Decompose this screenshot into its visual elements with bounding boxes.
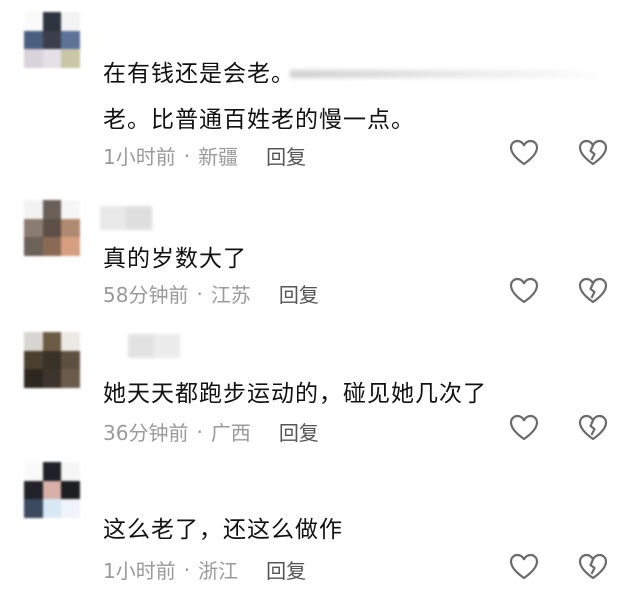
comment-time: 36分钟前 <box>103 421 189 445</box>
heart-outline-icon[interactable] <box>508 551 540 583</box>
reply-button[interactable]: 回复 <box>266 141 306 170</box>
comment-item: 她天天都跑步运动的，碰见她几次了 36分钟前 · 广西 回复 <box>0 316 640 456</box>
comment-location: 新疆 <box>198 145 239 169</box>
comment-location: 浙江 <box>198 559 239 583</box>
comment-item: 这么老了，还这么做作 1小时前 · 浙江 回复 <box>0 456 640 594</box>
meta-separator: · <box>183 557 191 582</box>
reply-button[interactable]: 回复 <box>279 417 319 446</box>
comment-text: 这么老了，还这么做作 <box>103 517 343 543</box>
comment-list: 在有钱还是会老。 老。比普通百姓老的慢一点。 1小时前 · 新疆 回复 真的岁数… <box>0 0 640 594</box>
meta-separator: · <box>196 419 203 444</box>
comment-meta: 58分钟前 · 江苏 回复 <box>103 279 319 308</box>
comment-time: 1小时前 <box>103 145 176 169</box>
meta-separator: · <box>183 143 191 168</box>
comment-item: 真的岁数大了 58分钟前 · 江苏 回复 <box>0 180 640 316</box>
blurred-overlay <box>290 70 610 78</box>
broken-heart-icon[interactable] <box>577 551 609 583</box>
meta-separator: · <box>196 281 203 306</box>
broken-heart-icon[interactable] <box>577 412 609 444</box>
reply-button[interactable]: 回复 <box>279 279 319 308</box>
comment-time: 1小时前 <box>103 559 176 583</box>
comment-time: 58分钟前 <box>103 283 189 307</box>
avatar[interactable] <box>24 332 80 388</box>
avatar[interactable] <box>24 462 80 518</box>
comment-meta: 1小时前 · 新疆 回复 <box>103 141 306 170</box>
heart-outline-icon[interactable] <box>508 137 540 169</box>
username-blurred[interactable] <box>100 206 152 230</box>
comment-text: 老。比普通百姓老的慢一点。 <box>103 107 415 133</box>
comment-meta: 36分钟前 · 广西 回复 <box>103 417 319 446</box>
comment-location: 广西 <box>210 421 251 445</box>
comment-text: 在有钱还是会老。 <box>103 61 295 87</box>
avatar[interactable] <box>24 12 80 68</box>
heart-outline-icon[interactable] <box>508 275 540 307</box>
comment-item: 在有钱还是会老。 老。比普通百姓老的慢一点。 1小时前 · 新疆 回复 <box>0 0 640 180</box>
reply-button[interactable]: 回复 <box>266 555 306 584</box>
comment-text: 真的岁数大了 <box>103 246 247 272</box>
broken-heart-icon[interactable] <box>577 275 609 307</box>
comment-location: 江苏 <box>210 283 251 307</box>
avatar[interactable] <box>24 200 80 256</box>
comment-meta: 1小时前 · 浙江 回复 <box>103 555 306 584</box>
heart-outline-icon[interactable] <box>508 412 540 444</box>
broken-heart-icon[interactable] <box>577 137 609 169</box>
username-blurred[interactable] <box>128 334 180 358</box>
comment-text: 她天天都跑步运动的，碰见她几次了 <box>103 381 487 407</box>
